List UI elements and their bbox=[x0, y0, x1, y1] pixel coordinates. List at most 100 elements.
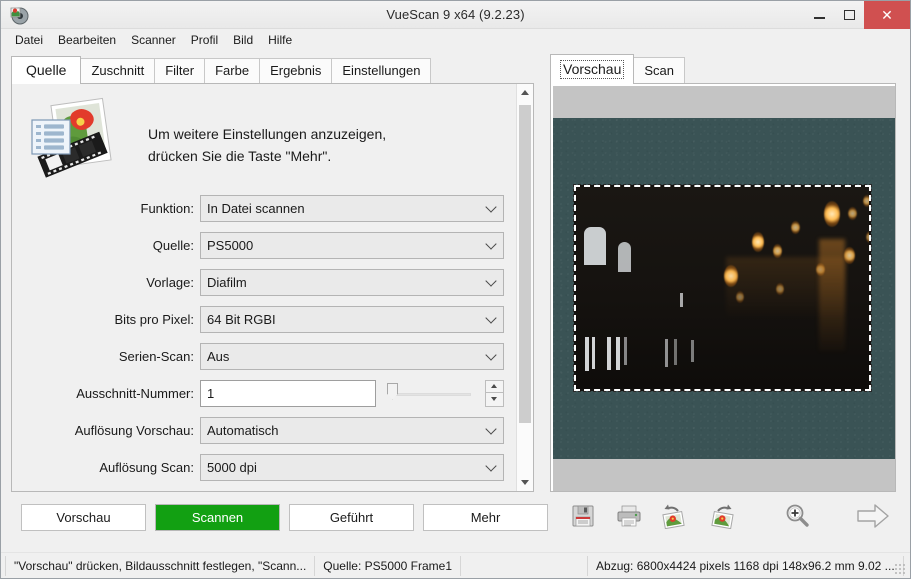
menu-item-scanner[interactable]: Scanner bbox=[125, 31, 185, 49]
scroll-down-button[interactable] bbox=[517, 474, 533, 491]
slider-ausschnitt-nummer[interactable] bbox=[387, 380, 471, 407]
tab-vorschau-label: Vorschau bbox=[560, 60, 625, 79]
lamp-12 bbox=[866, 231, 869, 243]
select-vorlage[interactable]: Diafilm bbox=[200, 268, 504, 296]
spinner-up-button[interactable] bbox=[485, 379, 504, 393]
lamp-2 bbox=[752, 232, 764, 252]
field-row-aufloesung-vorschau: Auflösung Vorschau: Automatisch bbox=[12, 416, 504, 444]
preview-viewport[interactable] bbox=[550, 83, 896, 492]
preview-tabs: Vorschau Scan bbox=[548, 54, 902, 84]
label-serien-scan: Serien-Scan: bbox=[118, 348, 194, 364]
preview-canvas[interactable] bbox=[553, 86, 895, 491]
vorschau-button[interactable]: Vorschau bbox=[21, 504, 146, 531]
tab-zuschnitt[interactable]: Zuschnitt bbox=[80, 58, 156, 83]
close-button[interactable]: ✕ bbox=[864, 1, 910, 29]
label-aufloesung-scan: Auflösung Scan: bbox=[99, 459, 194, 475]
label-ausschnitt-nummer: Ausschnitt-Nummer: bbox=[76, 385, 194, 401]
lamp-5 bbox=[824, 201, 840, 227]
settings-panel: Quelle Zuschnitt Filter Farbe Ergebnis E… bbox=[1, 51, 548, 574]
caret-down-icon bbox=[491, 397, 497, 402]
maximize-button[interactable] bbox=[834, 1, 864, 29]
tab-quelle[interactable]: Quelle bbox=[11, 56, 82, 84]
chevron-down-icon bbox=[485, 312, 497, 324]
menu-item-profil[interactable]: Profil bbox=[185, 31, 227, 49]
field-row-bits-pro-pixel: Bits pro Pixel: 64 Bit RGBI bbox=[12, 305, 504, 333]
next-arrow-icon[interactable] bbox=[852, 496, 894, 536]
spinner-down-button[interactable] bbox=[485, 393, 504, 407]
chevron-down-icon bbox=[485, 275, 497, 287]
mehr-button[interactable]: Mehr bbox=[423, 504, 548, 531]
status-source: Quelle: PS5000 Frame1 bbox=[314, 555, 462, 576]
lamp-7 bbox=[863, 195, 869, 207]
vertical-light-8 bbox=[691, 340, 694, 362]
minimize-button[interactable] bbox=[804, 1, 834, 29]
settings-tabs: Quelle Zuschnitt Filter Farbe Ergebnis E… bbox=[11, 56, 548, 84]
caret-down-icon bbox=[521, 480, 529, 485]
slider-thumb[interactable] bbox=[387, 382, 398, 400]
rotate-right-icon[interactable] bbox=[700, 496, 742, 536]
tab-farbe[interactable]: Farbe bbox=[204, 58, 261, 83]
field-row-quelle: Quelle: PS5000 bbox=[12, 231, 504, 259]
info-text-line1: Um weitere Einstellungen anzuzeigen, bbox=[148, 126, 387, 142]
crop-selection-marquee[interactable] bbox=[573, 184, 872, 392]
select-aufloesung-vorschau-value: Automatisch bbox=[207, 422, 279, 438]
select-funktion-value: In Datei scannen bbox=[207, 200, 305, 216]
select-quelle[interactable]: PS5000 bbox=[200, 231, 504, 259]
tab-vorschau[interactable]: Vorschau bbox=[550, 54, 635, 84]
info-text-line2: drücken Sie die Taste "Mehr". bbox=[148, 148, 332, 164]
tab-filter[interactable]: Filter bbox=[154, 58, 206, 83]
select-aufloesung-scan-value: 5000 dpi bbox=[207, 459, 257, 475]
label-bits-pro-pixel: Bits pro Pixel: bbox=[114, 311, 194, 327]
input-ausschnitt-nummer-value: 1 bbox=[207, 385, 215, 401]
tab-einstellungen[interactable]: Einstellungen bbox=[331, 58, 432, 83]
input-ausschnitt-nummer[interactable]: 1 bbox=[200, 379, 376, 407]
tab-ergebnis[interactable]: Ergebnis bbox=[259, 58, 333, 83]
field-row-ausschnitt-nummer: Ausschnitt-Nummer: 1 bbox=[12, 379, 504, 407]
zoom-in-icon[interactable] bbox=[776, 496, 818, 536]
spinner-ausschnitt-nummer bbox=[485, 379, 504, 407]
vertical-light-4 bbox=[616, 337, 620, 370]
save-icon[interactable] bbox=[562, 496, 604, 536]
caret-up-icon bbox=[491, 384, 497, 389]
vertical-light-7 bbox=[674, 339, 677, 365]
toolbar-spacer-2 bbox=[822, 496, 848, 536]
chevron-down-icon bbox=[485, 423, 497, 435]
info-text: Um weitere Einstellungen anzuzeigen, drü… bbox=[134, 96, 386, 167]
print-icon[interactable] bbox=[608, 496, 650, 536]
chevron-down-icon bbox=[485, 201, 497, 213]
lamp-4 bbox=[791, 221, 800, 234]
select-serien-scan[interactable]: Aus bbox=[200, 342, 504, 370]
slider-track bbox=[393, 392, 471, 396]
lamp-6 bbox=[848, 207, 857, 220]
menu-item-bearbeiten[interactable]: Bearbeiten bbox=[52, 31, 125, 49]
window-light-2 bbox=[618, 242, 631, 272]
scannen-button[interactable]: Scannen bbox=[155, 504, 280, 531]
menu-item-hilfe[interactable]: Hilfe bbox=[262, 31, 301, 49]
menu-item-bild[interactable]: Bild bbox=[227, 31, 262, 49]
select-bits-pro-pixel[interactable]: 64 Bit RGBI bbox=[200, 305, 504, 333]
select-vorlage-value: Diafilm bbox=[207, 274, 247, 290]
scrollbar-thumb[interactable] bbox=[519, 105, 531, 423]
menu-item-datei[interactable]: Datei bbox=[9, 31, 52, 49]
select-aufloesung-vorschau[interactable]: Automatisch bbox=[200, 416, 504, 444]
gefuehrt-button[interactable]: Geführt bbox=[289, 504, 414, 531]
select-funktion[interactable]: In Datei scannen bbox=[200, 194, 504, 222]
label-vorlage: Vorlage: bbox=[146, 274, 194, 290]
label-aufloesung-vorschau: Auflösung Vorschau: bbox=[74, 422, 194, 438]
preview-image[interactable] bbox=[553, 118, 895, 459]
scroll-up-button[interactable] bbox=[517, 84, 533, 101]
lamp-3 bbox=[773, 244, 782, 258]
status-hint: "Vorschau" drücken, Bildausschnitt festl… bbox=[5, 555, 316, 576]
preview-panel: Vorschau Scan bbox=[548, 51, 910, 574]
chevron-down-icon bbox=[485, 238, 497, 250]
settings-scrollbar[interactable] bbox=[516, 84, 533, 491]
field-row-aufloesung-scan: Auflösung Scan: 5000 dpi bbox=[12, 453, 504, 481]
caret-up-icon bbox=[521, 90, 529, 95]
preview-toolbar bbox=[548, 492, 902, 540]
vertical-light-2 bbox=[592, 337, 595, 369]
select-aufloesung-scan[interactable]: 5000 dpi bbox=[200, 453, 504, 481]
tab-scan[interactable]: Scan bbox=[633, 57, 686, 83]
rotate-left-icon[interactable] bbox=[654, 496, 696, 536]
resize-grip[interactable] bbox=[894, 563, 906, 575]
